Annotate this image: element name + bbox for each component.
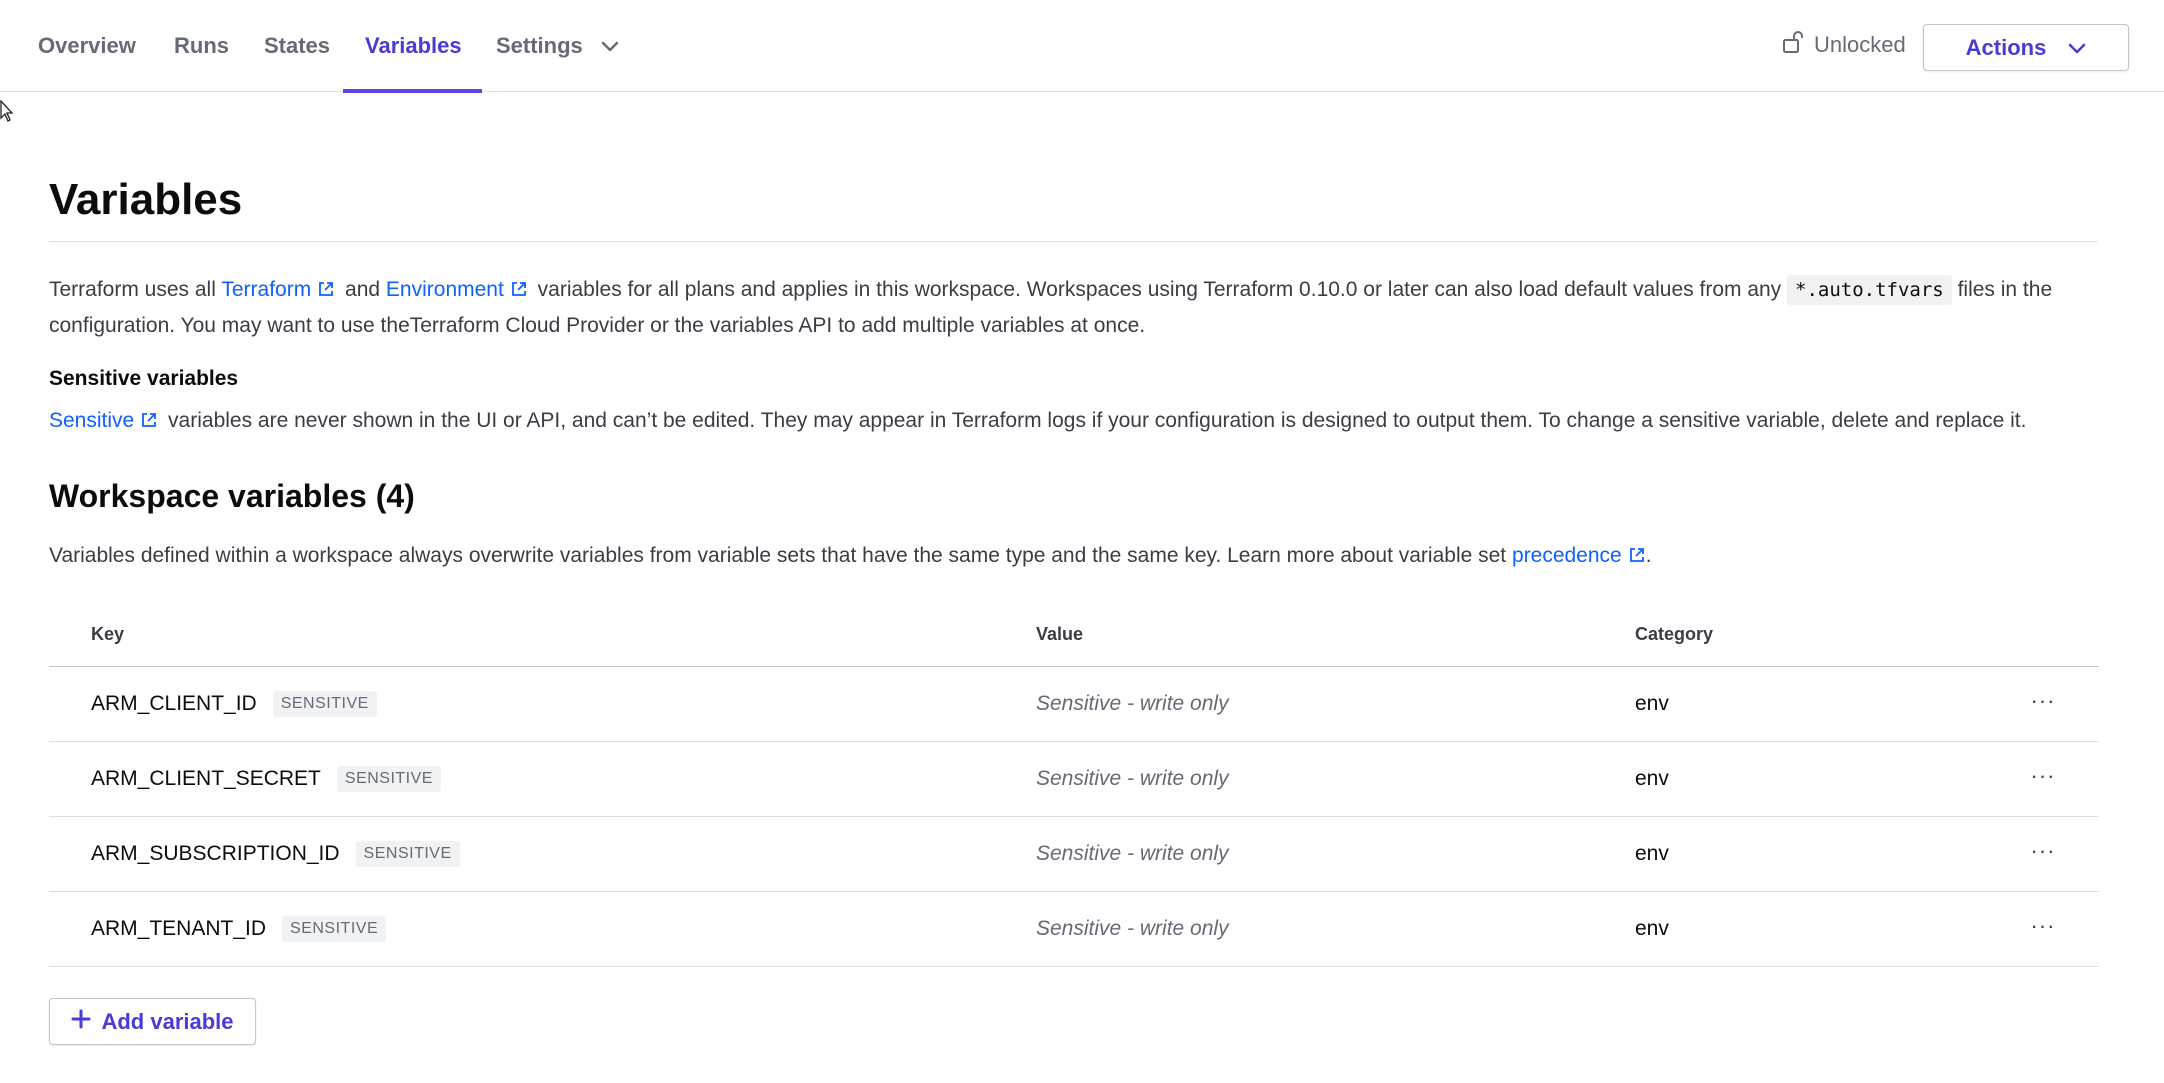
sensitive-variables-heading: Sensitive variables [49, 367, 239, 390]
lock-status[interactable]: Unlocked [1782, 30, 1906, 60]
tab-settings[interactable]: Settings [496, 0, 619, 92]
column-header-key[interactable]: Key [91, 624, 124, 645]
precedence-link[interactable]: precedence [1512, 544, 1646, 567]
tab-label: States [264, 33, 331, 58]
tab-states[interactable]: States [264, 0, 330, 92]
intro-text: variables for all plans and applies in t… [531, 278, 1788, 301]
actions-button[interactable]: Actions [1923, 24, 2129, 71]
link-label: precedence [1511, 544, 1622, 567]
chevron-down-icon [601, 33, 619, 59]
variable-value: Sensitive - write only [1036, 692, 1229, 715]
tab-overview[interactable]: Overview [38, 0, 136, 92]
tab-runs[interactable]: Runs [174, 0, 229, 92]
mouse-cursor-icon [0, 99, 14, 129]
sensitive-badge: SENSITIVE [355, 841, 460, 867]
variable-key: ARM_CLIENT_SECRET [91, 767, 321, 790]
table-header: Key Value Category [49, 610, 2099, 667]
variable-value: Sensitive - write only [1036, 767, 1229, 790]
external-link-icon [140, 406, 158, 440]
sensitive-badge: SENSITIVE [272, 691, 377, 717]
external-link-icon [1628, 541, 1646, 575]
lock-status-label: Unlocked [1814, 32, 1906, 57]
tab-label: Overview [38, 33, 136, 58]
plus-icon [71, 1009, 91, 1035]
variable-category: env [1635, 767, 1669, 790]
workspace-variables-description: Variables defined within a workspace alw… [49, 539, 2099, 575]
table-row: ARM_CLIENT_ID SENSITIVE Sensitive - write… [49, 667, 2099, 742]
table-row: ARM_SUBSCRIPTION_ID SENSITIVE Sensitive -… [49, 817, 2099, 892]
external-link-icon [317, 275, 335, 309]
divider [49, 241, 2098, 242]
variable-category: env [1635, 692, 1669, 715]
link-label: Environment [385, 278, 504, 301]
tab-label: Runs [174, 33, 229, 58]
column-header-value[interactable]: Value [1036, 624, 1083, 645]
variable-value: Sensitive - write only [1036, 842, 1229, 865]
link-label: Sensitive [49, 409, 135, 432]
description-text: Variables defined within a workspace alw… [49, 544, 1512, 567]
add-variable-label: Add variable [101, 1008, 234, 1034]
variable-category: env [1635, 842, 1669, 865]
tfvars-code: *.auto.tfvars [1787, 275, 1952, 305]
variable-key: ARM_CLIENT_ID [91, 692, 257, 715]
intro-paragraph: Terraform uses all Terraform and Environ… [49, 273, 2099, 343]
more-options-icon[interactable]: ··· [2025, 758, 2061, 794]
more-options-icon[interactable]: ··· [2025, 908, 2061, 944]
variable-key: ARM_SUBSCRIPTION_ID [91, 842, 340, 865]
intro-text: Terraform uses all [49, 278, 222, 301]
unlock-icon [1782, 30, 1804, 60]
table-row: ARM_CLIENT_SECRET SENSITIVE Sensitive - w… [49, 742, 2099, 817]
more-options-icon[interactable]: ··· [2025, 833, 2061, 869]
sensitive-paragraph: Sensitive variables are never shown in t… [49, 404, 2099, 440]
sensitive-text: variables are never shown in the UI or A… [162, 409, 2027, 432]
workspace-nav: Overview Runs States Variables Settings … [0, 0, 2164, 93]
sensitive-badge: SENSITIVE [336, 766, 441, 792]
workspace-variables-title: Workspace variables (4) [49, 478, 415, 514]
sensitive-badge: SENSITIVE [282, 916, 387, 942]
add-variable-button[interactable]: Add variable [49, 998, 256, 1045]
more-options-icon[interactable]: ··· [2025, 683, 2061, 719]
link-label: Terraform [221, 278, 312, 301]
column-header-category[interactable]: Category [1635, 624, 1713, 645]
table-row: ARM_TENANT_ID SENSITIVE Sensitive - write… [49, 892, 2099, 967]
variable-category: env [1635, 917, 1669, 940]
intro-text: and [339, 278, 386, 301]
tab-label: Variables [365, 33, 462, 58]
sensitive-link[interactable]: Sensitive [49, 409, 162, 432]
variable-key: ARM_TENANT_ID [91, 917, 267, 940]
chevron-down-icon [2068, 35, 2086, 61]
actions-label: Actions [1965, 34, 2047, 60]
page-title: Variables [49, 175, 243, 224]
variable-value: Sensitive - write only [1036, 917, 1229, 940]
tab-label: Settings [496, 33, 583, 58]
description-text: . [1645, 544, 1652, 567]
variables-table: Key Value Category ARM_CLIENT_ID SENSITIV… [49, 610, 2099, 967]
environment-variables-link[interactable]: Environment [386, 278, 532, 301]
terraform-variables-link[interactable]: Terraform [221, 278, 339, 301]
tab-variables[interactable]: Variables [343, 0, 482, 93]
external-link-icon [510, 275, 528, 309]
